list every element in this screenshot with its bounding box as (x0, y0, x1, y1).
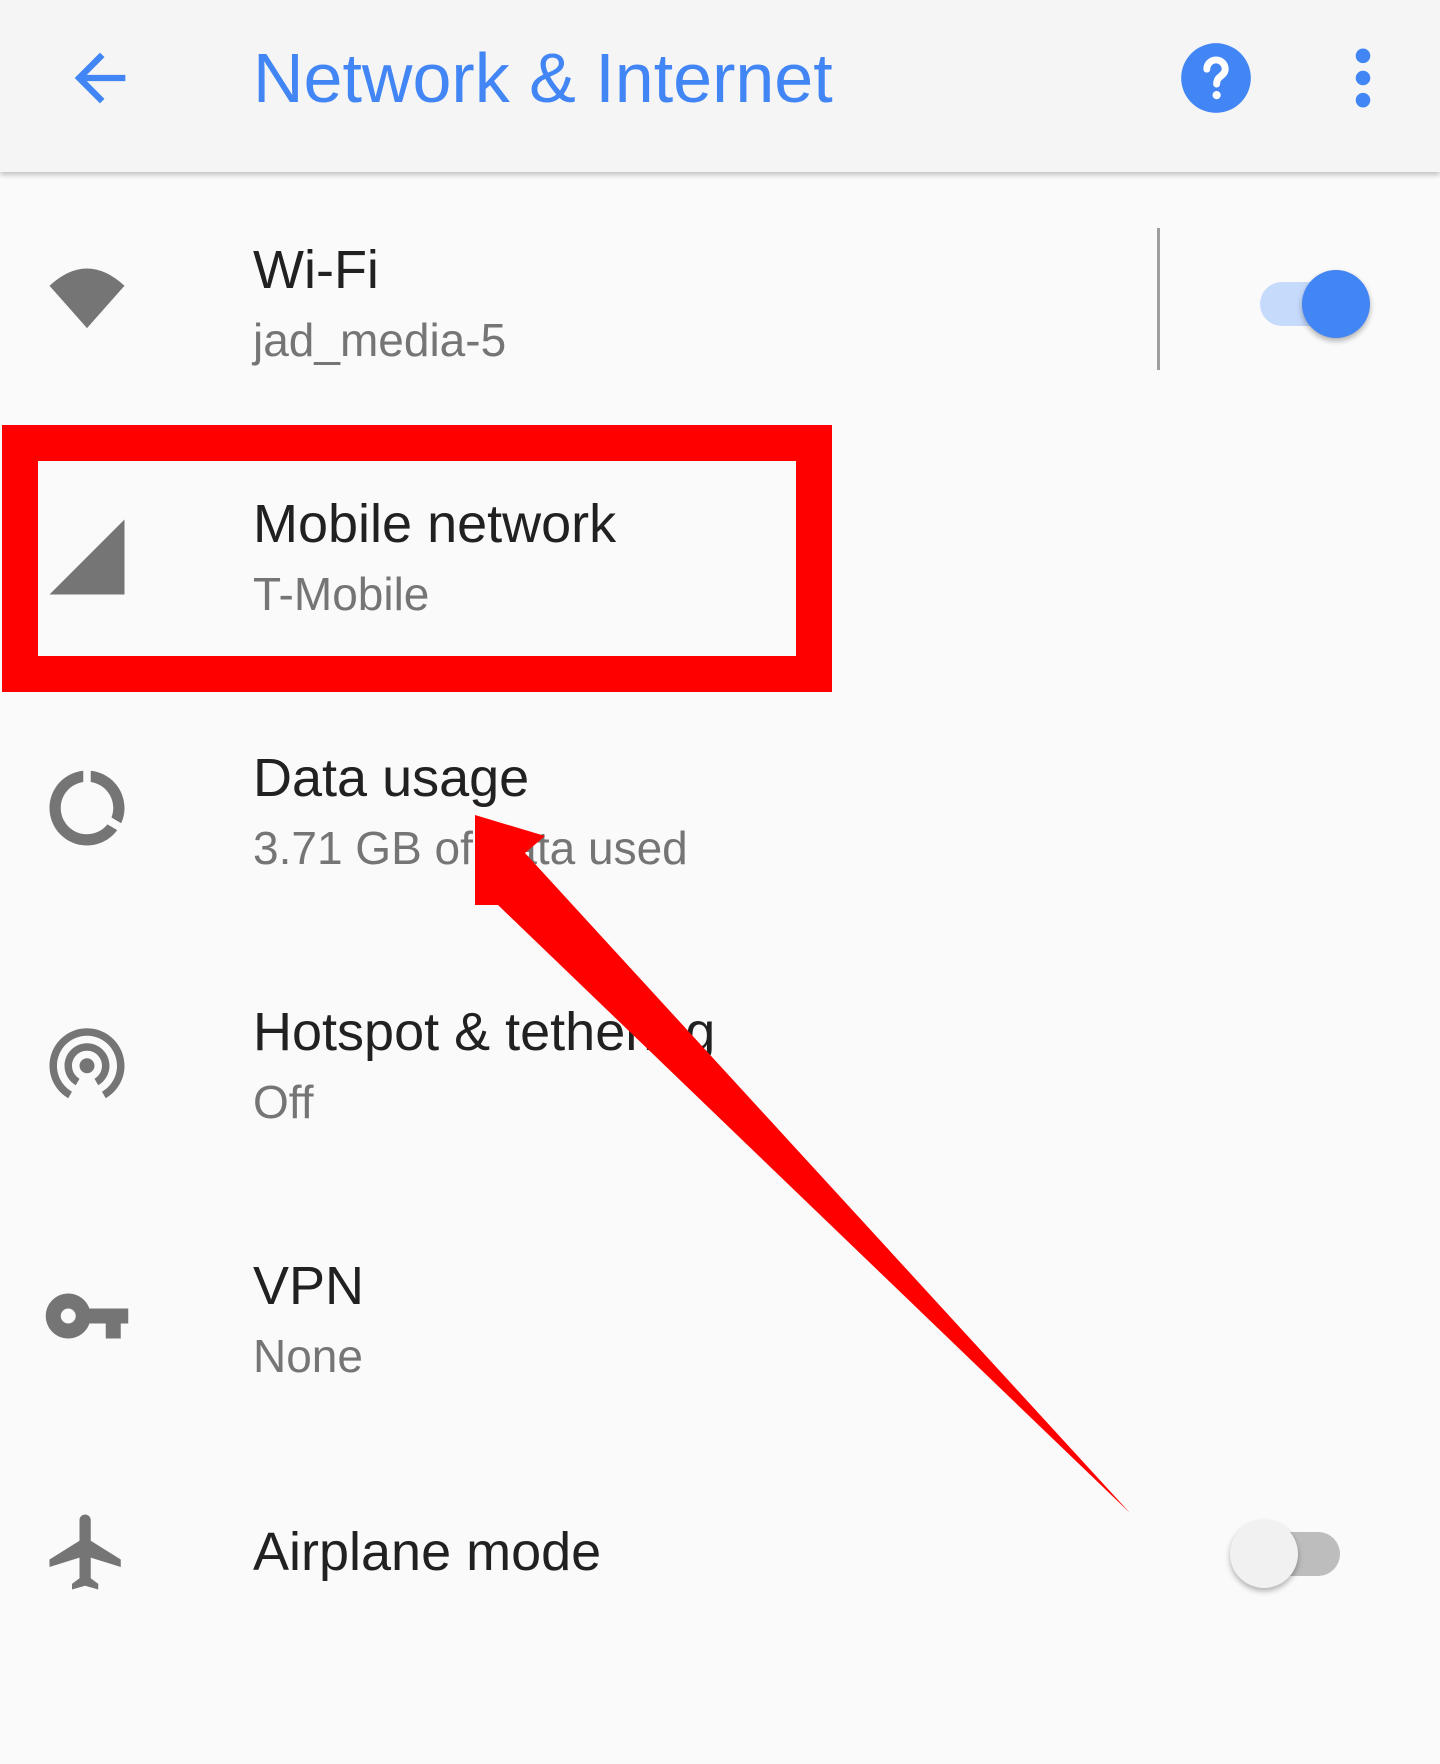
help-circle-icon[interactable] (1178, 40, 1254, 116)
hotspot-status: Off (253, 1076, 314, 1128)
airplane-icon (49, 1514, 121, 1590)
app-bar: Network & Internet (0, 0, 1440, 172)
hotspot-icon (49, 1028, 125, 1099)
mobile-network-title: Mobile network (253, 494, 617, 554)
wifi-toggle[interactable] (1250, 260, 1370, 340)
arrow-back-icon[interactable] (62, 40, 138, 116)
page-title: Network & Internet (253, 39, 833, 117)
vpn-key-icon (45, 1293, 129, 1339)
wifi-network-name: jad_media-5 (253, 314, 507, 366)
hotspot-title: Hotspot & tethering (253, 1002, 716, 1062)
hotspot-tethering-item[interactable]: Hotspot & tethering Off (0, 934, 1440, 1188)
cellular-signal-icon (49, 519, 125, 595)
data-usage-item[interactable]: Data usage 3.71 GB of data used (0, 680, 1440, 934)
airplane-mode-toggle[interactable] (1230, 1510, 1350, 1590)
airplane-mode-title: Airplane mode (253, 1522, 602, 1582)
data-usage-title: Data usage (253, 748, 530, 808)
airplane-mode-item[interactable]: Airplane mode (0, 1442, 1440, 1696)
mobile-network-item[interactable]: Mobile network T-Mobile (0, 426, 1440, 680)
vertical-divider (1157, 228, 1160, 370)
vpn-item[interactable]: VPN None (0, 1188, 1440, 1442)
more-vertical-icon[interactable] (1345, 40, 1381, 116)
wifi-item[interactable]: Wi-Fi jad_media-5 (0, 172, 1440, 426)
data-usage-summary: 3.71 GB of data used (253, 822, 688, 874)
vpn-status: None (253, 1330, 363, 1382)
wifi-title: Wi-Fi (253, 240, 379, 300)
data-usage-icon (49, 770, 125, 846)
wifi-icon (49, 268, 125, 329)
vpn-title: VPN (253, 1256, 365, 1316)
mobile-network-carrier: T-Mobile (253, 568, 430, 620)
